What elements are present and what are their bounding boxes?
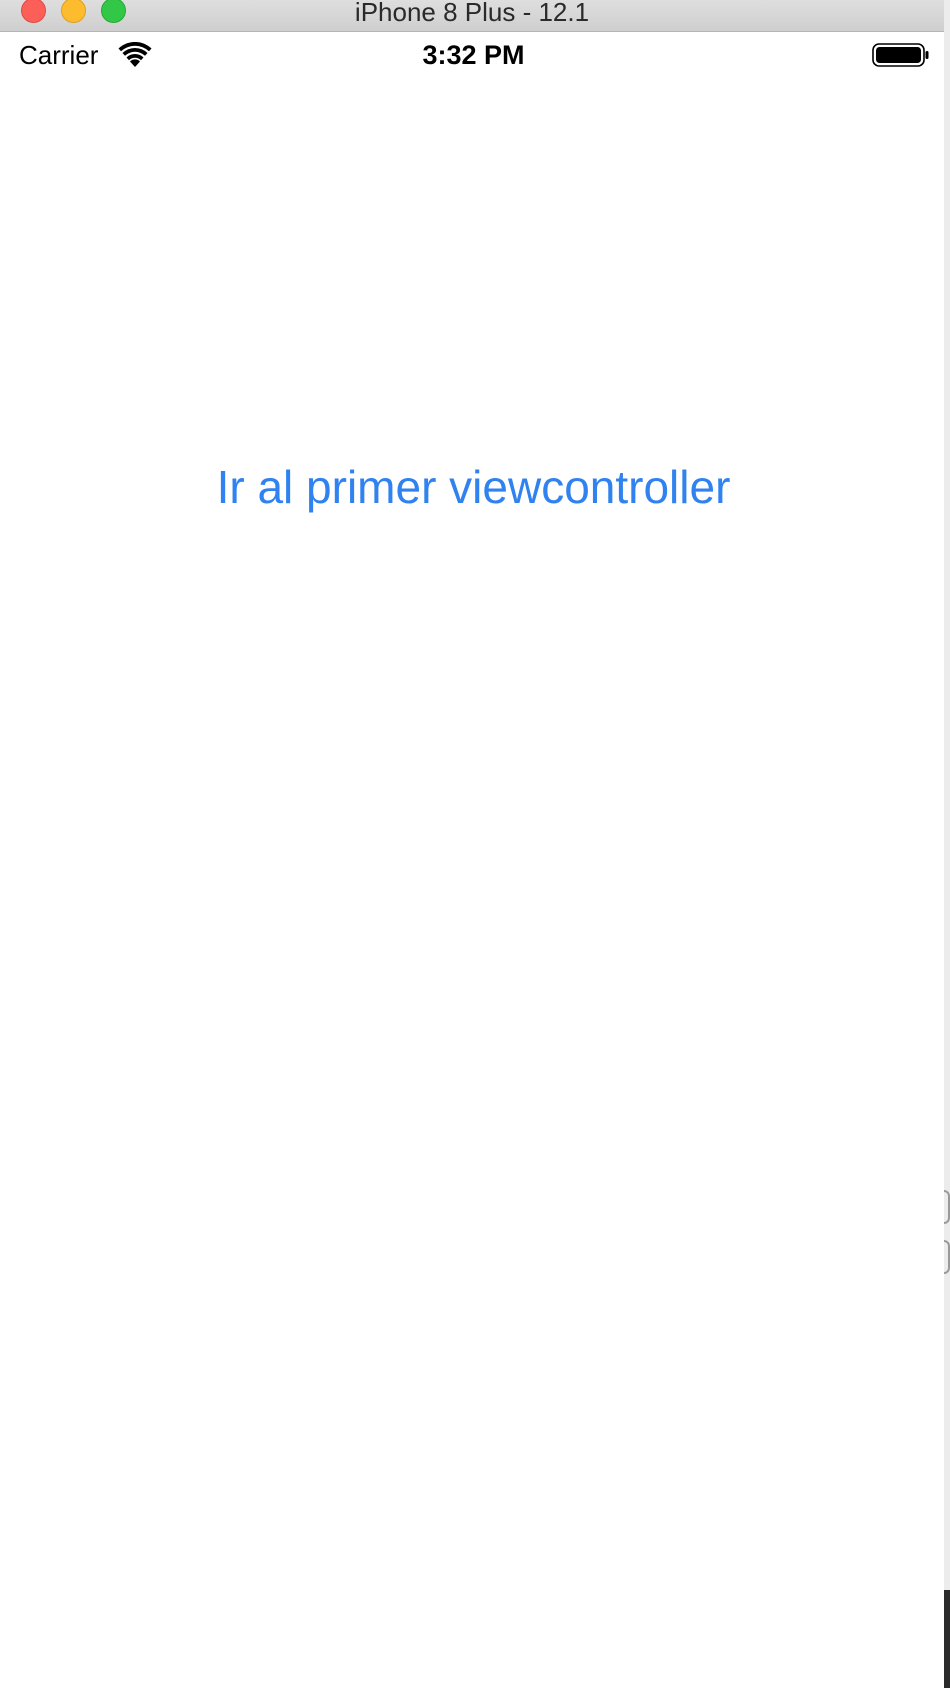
battery-icon — [872, 43, 929, 67]
status-bar: Carrier 3:32 PM — [6, 32, 941, 80]
background-pane — [944, 0, 950, 1688]
view-controller-content: Ir al primer viewcontroller — [6, 80, 941, 1688]
desktop: iPhone 8 Plus - 12.1 Carrier 3:32 PM Ir … — [0, 0, 950, 1688]
status-clock: 3:32 PM — [422, 40, 525, 70]
background-dark-pane — [944, 1590, 950, 1688]
go-to-first-viewcontroller-button[interactable]: Ir al primer viewcontroller — [6, 460, 941, 514]
window-titlebar[interactable]: iPhone 8 Plus - 12.1 — [0, 0, 944, 32]
device-screen: Carrier 3:32 PM Ir al primer viewcontrol… — [6, 32, 941, 1688]
simulator-window: iPhone 8 Plus - 12.1 Carrier 3:32 PM Ir … — [0, 0, 944, 1688]
window-title: iPhone 8 Plus - 12.1 — [354, 0, 590, 27]
